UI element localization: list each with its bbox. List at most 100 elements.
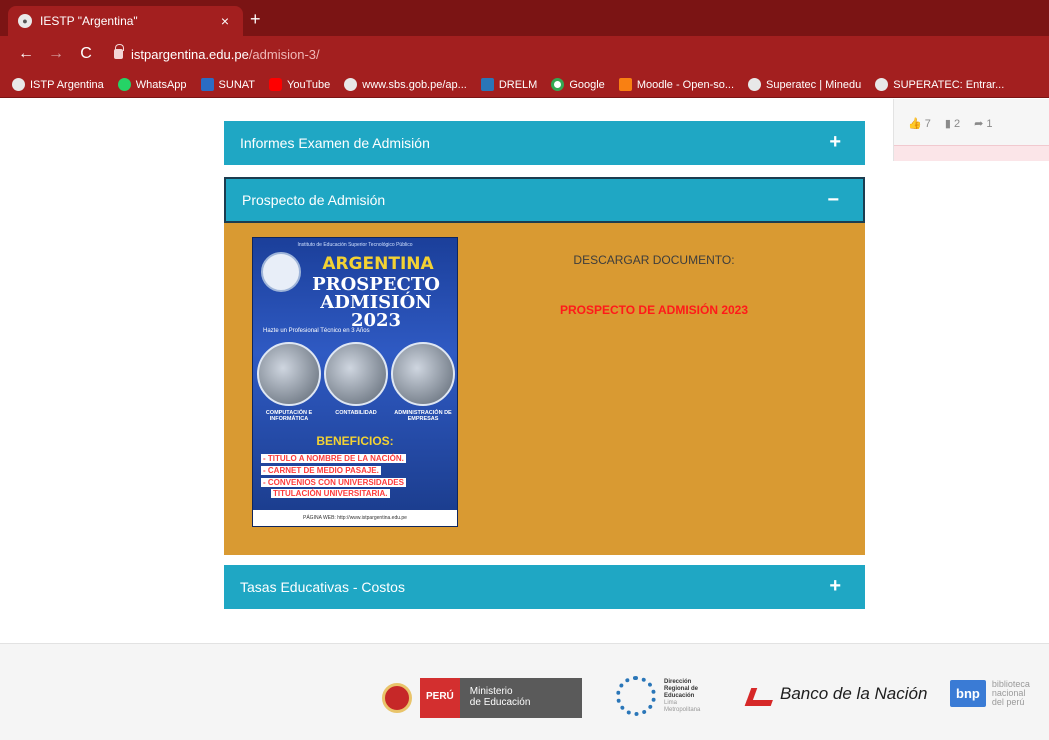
bookmark-drelm[interactable]: DRELM	[480, 78, 538, 91]
poster-benefit: - CARNET DE MEDIO PASAJE.	[261, 466, 381, 475]
bookmarks-bar: ISTP Argentina WhatsApp SUNAT YouTube ww…	[0, 72, 1049, 98]
drelm-icon	[480, 78, 494, 91]
poster-title: PROSPECTO ADMISIÓN 2023	[293, 276, 457, 331]
banco-nacion-mark-icon	[748, 684, 774, 704]
peru-shield-icon	[382, 683, 412, 713]
new-tab-button[interactable]: +	[250, 10, 261, 28]
accordion-label: Prospecto de Admisión	[242, 192, 386, 208]
bookmark-label: DRELM	[498, 78, 538, 91]
accordion-tasas-educativas[interactable]: Tasas Educativas - Costos +	[224, 565, 865, 609]
bookmark-superatec-entrar[interactable]: SUPERATEC: Entrar...	[875, 78, 1004, 91]
comments-stat[interactable]: ▮ 2	[945, 117, 960, 130]
forward-button[interactable]: →	[44, 45, 68, 63]
bookmark-sbs[interactable]: www.sbs.gob.pe/ap...	[344, 78, 467, 91]
bookmark-superatec-minedu[interactable]: Superatec | Minedu	[748, 78, 861, 91]
poster-benefit: - TITULO A NOMBRE DE LA NACIÓN.	[261, 454, 406, 463]
minus-icon[interactable]: −	[827, 189, 839, 211]
minedu-logo[interactable]: PERÚ Ministerio de Educación	[382, 678, 582, 718]
bookmark-google[interactable]: Google	[551, 78, 605, 91]
poster-name: ARGENTINA	[322, 254, 434, 274]
drelm-line5: Metropolitana	[664, 706, 701, 713]
drelm-emblem-icon	[616, 676, 656, 716]
page-content: 👍 7 ▮ 2 ➦ 1 Informes Examen de Admisión …	[0, 99, 1049, 740]
minedu-line1: Ministerio	[469, 686, 513, 697]
address-bar: ← → C istpargentina.edu.pe /admision-3/	[0, 36, 1049, 72]
bookmark-label: SUPERATEC: Entrar...	[893, 78, 1005, 91]
drelm-logo[interactable]: Dirección Regional de Educación Lima Met…	[616, 676, 700, 716]
notice-bar	[894, 145, 1049, 161]
banco-nacion-label: Banco de la Nación	[780, 684, 928, 703]
comments-count: 2	[954, 118, 961, 130]
likes-count: 7	[924, 118, 931, 130]
globe-icon	[12, 78, 25, 91]
likes-stat[interactable]: 👍 7	[908, 117, 931, 130]
photo-contabilidad	[324, 342, 388, 406]
accordion-label: Tasas Educativas - Costos	[240, 579, 405, 595]
youtube-icon	[269, 78, 283, 91]
bookmark-label: WhatsApp	[135, 78, 187, 91]
photo-administracion	[391, 342, 455, 406]
poster-footer: PÁGINA WEB: http://www.istpargentina.edu…	[253, 510, 457, 526]
tab-active[interactable]: ● IESTP "Argentina" ×	[8, 6, 243, 36]
bookmark-label: Google	[569, 78, 605, 91]
social-stats: 👍 7 ▮ 2 ➦ 1	[908, 117, 993, 130]
lock-icon[interactable]	[114, 44, 124, 59]
shares-stat[interactable]: ➦ 1	[974, 117, 992, 130]
drelm-line2: Regional de	[664, 685, 699, 692]
accordion-prospecto-admision[interactable]: Prospecto de Admisión −	[224, 177, 865, 223]
bookmark-moodle[interactable]: Moodle - Open-so...	[618, 78, 735, 91]
url-path: /admision-3/	[248, 46, 320, 62]
drelm-line3: Educación	[664, 692, 695, 699]
social-widget: 👍 7 ▮ 2 ➦ 1	[893, 99, 1049, 161]
prospecto-poster-image: Instituto de Educación Superior Tecnológ…	[252, 237, 458, 527]
bnp-mark: bnp	[950, 680, 986, 707]
bookmark-label: ISTP Argentina	[30, 78, 104, 91]
accordion-label: Informes Examen de Admisión	[240, 135, 430, 151]
site-favicon-icon: ●	[18, 14, 32, 28]
bookmark-label: SUNAT	[218, 78, 256, 91]
back-button[interactable]: ←	[14, 45, 38, 63]
poster-benefits-title: BENEFICIOS:	[316, 434, 394, 448]
bookmark-istp-argentina[interactable]: ISTP Argentina	[12, 78, 104, 91]
bookmark-label: www.sbs.gob.pe/ap...	[362, 78, 467, 91]
area-contabilidad: CONTABILIDAD	[335, 410, 377, 416]
drelm-line4: Lima	[664, 699, 678, 706]
bookmark-label: Moodle - Open-so...	[636, 78, 735, 91]
shares-count: 1	[986, 118, 993, 130]
drelm-line1: Dirección	[664, 678, 692, 685]
tab-title: IESTP "Argentina"	[40, 14, 138, 28]
reload-button[interactable]: C	[74, 45, 98, 63]
bnp-text: biblioteca nacional del perú	[992, 680, 1030, 707]
bookmark-youtube[interactable]: YouTube	[269, 78, 330, 91]
area-administracion: ADMINISTRACIÓN DE EMPRESAS	[394, 410, 452, 422]
plus-icon[interactable]: +	[829, 131, 841, 153]
globe-icon	[344, 78, 358, 91]
google-icon	[551, 78, 565, 91]
bookmark-sunat[interactable]: SUNAT	[200, 78, 256, 91]
minedu-label: Ministerio de Educación	[459, 678, 582, 718]
url-host: istpargentina.edu.pe	[131, 46, 249, 62]
close-tab-icon[interactable]: ×	[217, 13, 233, 29]
bnp-logo[interactable]: bnp biblioteca nacional del perú	[950, 680, 1030, 707]
comment-icon: ▮	[944, 118, 951, 130]
photo-computacion	[257, 342, 321, 406]
bookmark-label: YouTube	[287, 78, 331, 91]
whatsapp-icon	[117, 78, 131, 91]
download-title: DESCARGAR DOCUMENTO:	[573, 253, 735, 267]
accordion-panel-prospecto: Instituto de Educación Superior Tecnológ…	[224, 223, 865, 555]
poster-title-line2: ADMISIÓN 2023	[320, 292, 432, 331]
poster-institute: Instituto de Educación Superior Tecnológ…	[297, 242, 413, 248]
download-prospecto-link[interactable]: PROSPECTO DE ADMISIÓN 2023	[534, 303, 774, 317]
poster-tagline: Hazte un Profesional Técnico en 3 Años	[263, 328, 370, 334]
plus-icon[interactable]: +	[829, 575, 841, 597]
bookmark-whatsapp[interactable]: WhatsApp	[117, 78, 187, 91]
poster-photos	[257, 342, 455, 406]
drelm-text: Dirección Regional de Educación Lima Met…	[664, 679, 700, 714]
accordion-informes-examen[interactable]: Informes Examen de Admisión +	[224, 121, 865, 165]
poster-benefit: TITULACIÓN UNIVERSITARIA.	[271, 489, 390, 498]
minedu-line2: de Educación	[469, 697, 531, 708]
globe-icon	[875, 78, 889, 91]
banco-nacion-logo[interactable]: Banco de la Nación	[748, 684, 927, 704]
url-field[interactable]: istpargentina.edu.pe /admision-3/	[114, 44, 320, 62]
share-icon: ➦	[974, 118, 984, 130]
